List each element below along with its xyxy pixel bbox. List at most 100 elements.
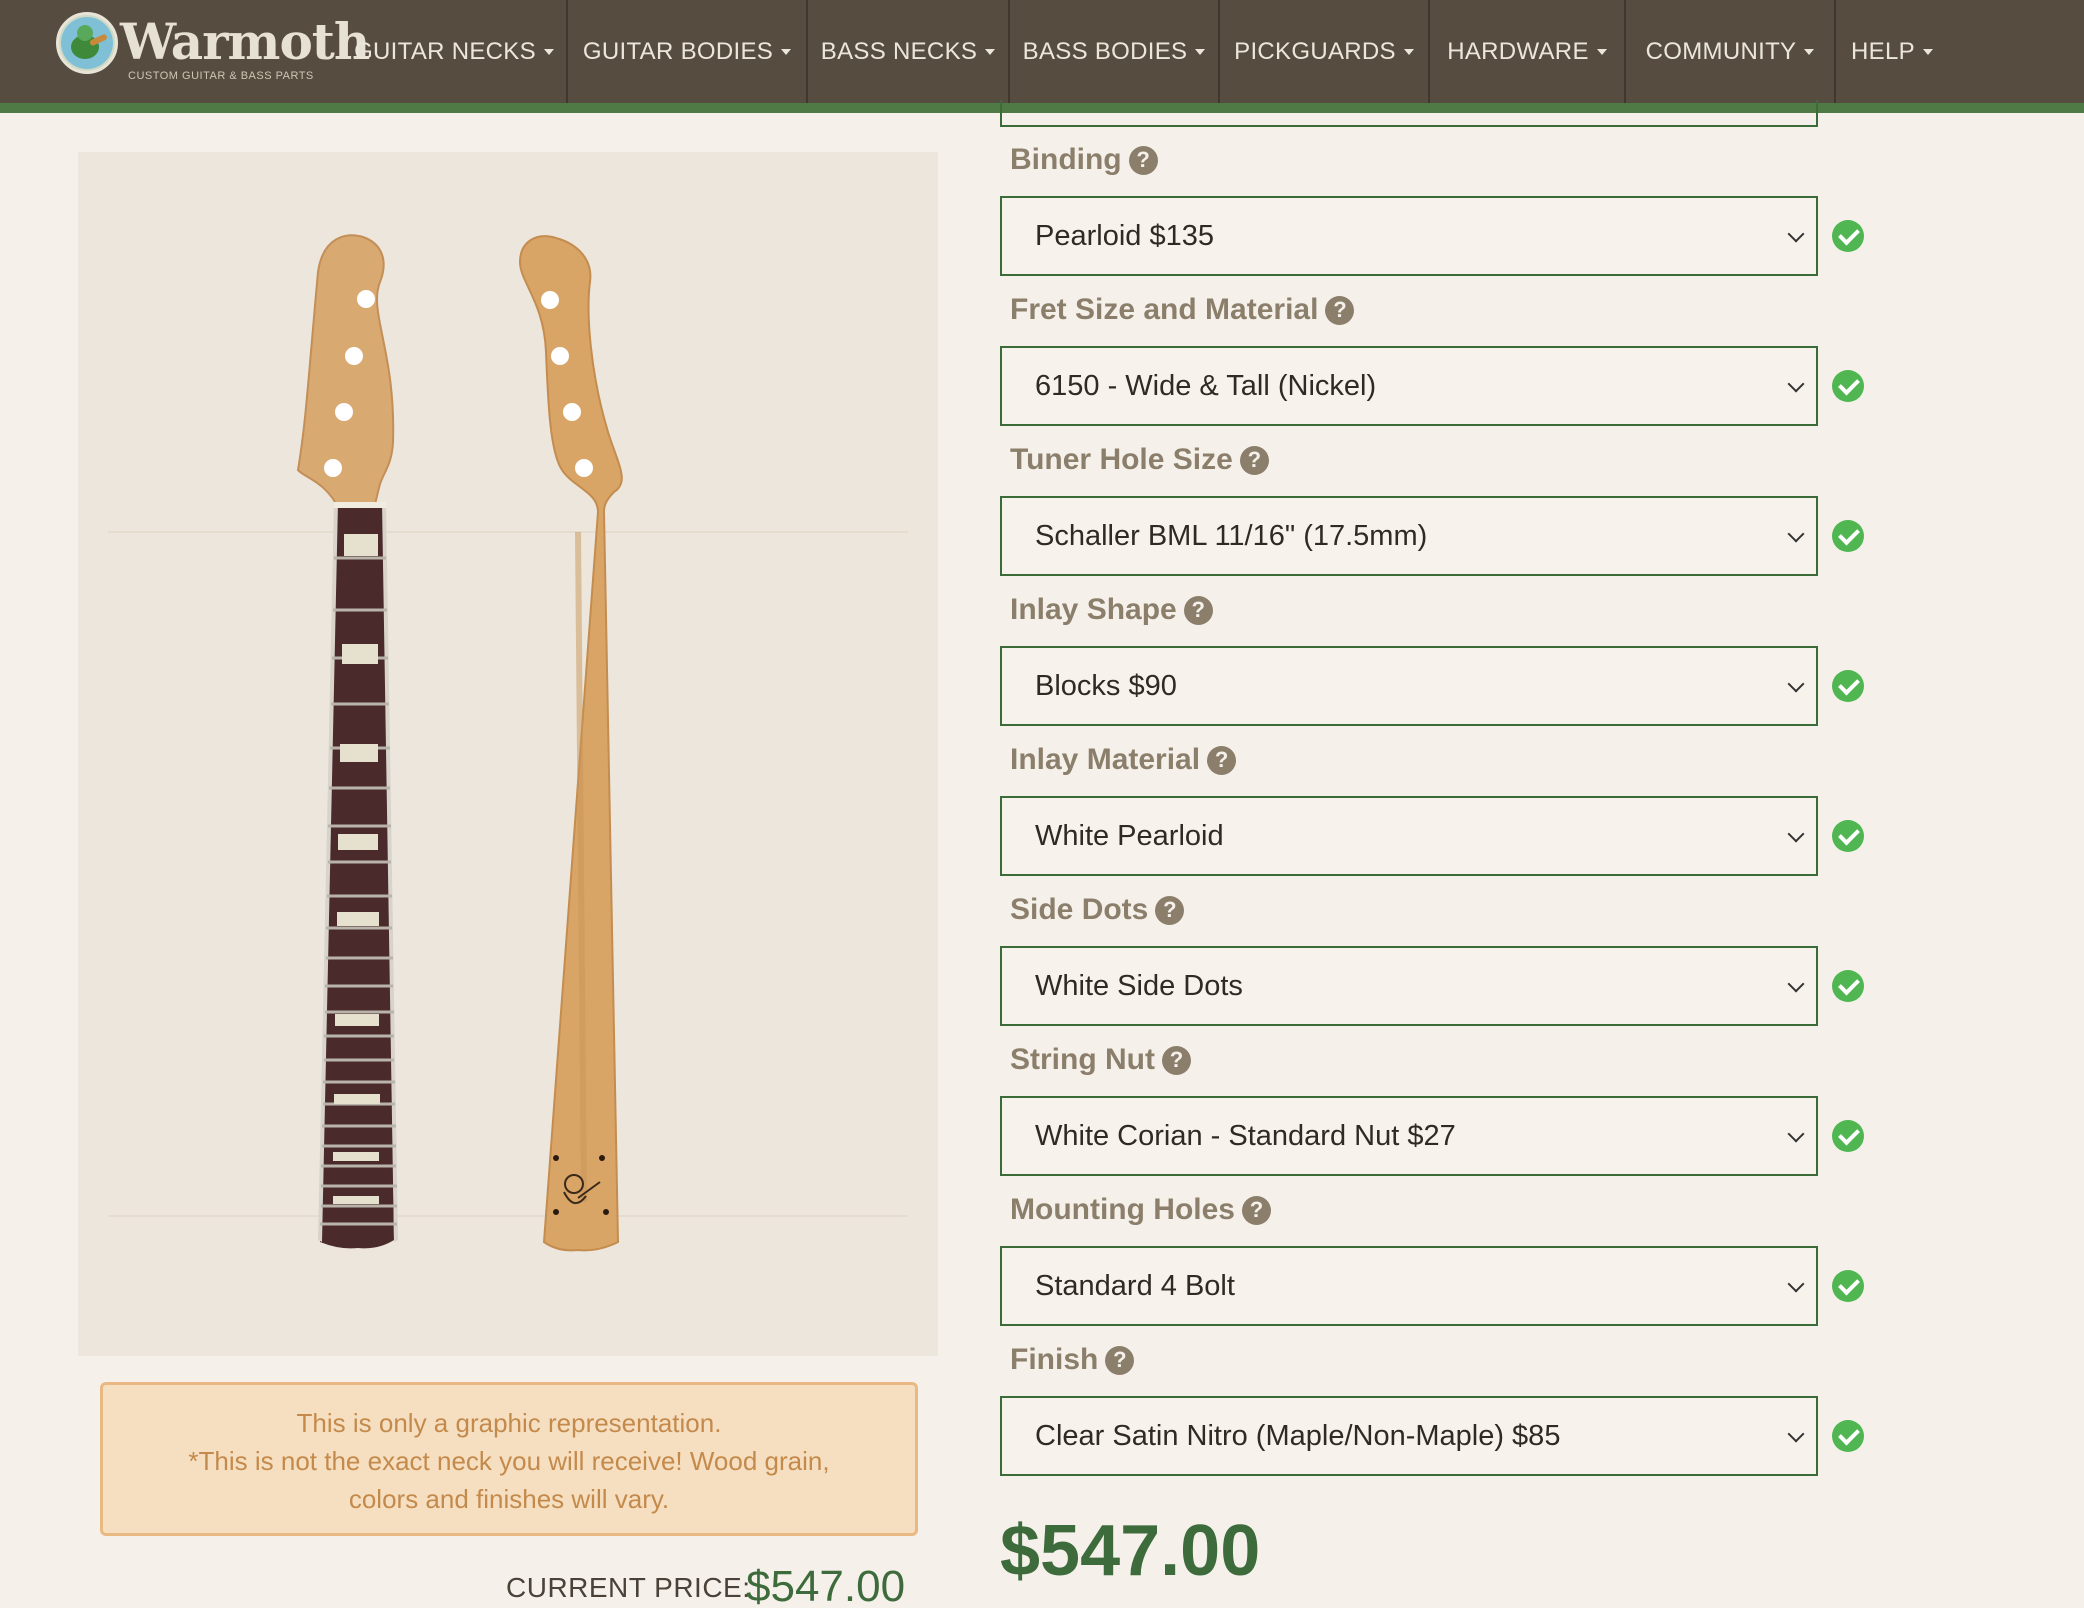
- binding-select[interactable]: Pearloid $135: [1000, 196, 1818, 276]
- inlay-shape-select[interactable]: Blocks $90: [1000, 646, 1818, 726]
- chevron-down-icon: [1787, 225, 1805, 243]
- nav-bass-bodies[interactable]: BASS BODIES: [1010, 0, 1218, 103]
- string-nut-select[interactable]: White Corian - Standard Nut $27: [1000, 1096, 1818, 1176]
- selected-value: Blocks $90: [1035, 669, 1177, 702]
- nav-bass-necks[interactable]: BASS NECKS: [808, 0, 1008, 103]
- help-icon[interactable]: ?: [1128, 145, 1158, 175]
- nav-label: GUITAR NECKS: [354, 37, 536, 65]
- option-label-text: Mounting Holes: [1010, 1193, 1235, 1226]
- nav-label: GUITAR BODIES: [582, 37, 774, 65]
- chevron-down-icon: [1787, 525, 1805, 543]
- check-circle-icon: [1832, 370, 1864, 402]
- option-label-text: Inlay Material: [1010, 743, 1201, 776]
- help-icon[interactable]: ?: [1155, 895, 1185, 925]
- caret-down-icon: [1804, 48, 1815, 55]
- notice-line: This is only a graphic representation.: [296, 1408, 722, 1438]
- selected-value: Pearloid $135: [1035, 219, 1214, 252]
- notice-line: *This is not the exact neck you will rec…: [188, 1446, 830, 1476]
- nav-guitar-bodies[interactable]: GUITAR BODIES: [568, 0, 806, 103]
- nav-community[interactable]: COMMUNITY: [1626, 0, 1834, 103]
- help-icon[interactable]: ?: [1325, 295, 1355, 325]
- help-icon[interactable]: ?: [1239, 445, 1269, 475]
- inlay-shape-label: Inlay Shape?: [1010, 593, 1213, 627]
- selected-value: Clear Satin Nitro (Maple/Non-Maple) $85: [1035, 1419, 1561, 1452]
- nav-hardware[interactable]: HARDWARE: [1430, 0, 1624, 103]
- check-circle-icon: [1832, 1270, 1864, 1302]
- caret-down-icon: [985, 48, 996, 55]
- fret-size-label: Fret Size and Material?: [1010, 293, 1355, 327]
- help-icon[interactable]: ?: [1161, 1045, 1191, 1075]
- nav-label: PICKGUARDS: [1234, 37, 1396, 65]
- nav-label: HELP: [1851, 37, 1915, 65]
- option-label-text: Binding: [1010, 143, 1122, 176]
- caret-down-icon: [1403, 48, 1414, 55]
- brand-name: Warmoth: [120, 12, 370, 71]
- option-label-text: Inlay Shape: [1010, 593, 1177, 626]
- finish-label: Finish?: [1010, 1343, 1135, 1377]
- mounting-holes-select[interactable]: Standard 4 Bolt: [1000, 1246, 1818, 1326]
- nav-label: HARDWARE: [1447, 37, 1589, 65]
- tuner-hole-size-label: Tuner Hole Size?: [1010, 443, 1269, 477]
- current-price-label: CURRENT PRICE:: [506, 1572, 751, 1603]
- caret-down-icon: [543, 48, 554, 55]
- option-label-text: Finish: [1010, 1343, 1099, 1376]
- nav-guitar-necks[interactable]: GUITAR NECKS: [342, 0, 566, 103]
- chevron-down-icon: [1787, 975, 1805, 993]
- warmoth-logo[interactable]: Warmoth CUSTOM GUITAR & BASS PARTS: [56, 12, 370, 92]
- nav-pickguards[interactable]: PICKGUARDS: [1220, 0, 1428, 103]
- fret-size-select[interactable]: 6150 - Wide & Tall (Nickel): [1000, 346, 1818, 426]
- brand-tagline: CUSTOM GUITAR & BASS PARTS: [128, 70, 314, 82]
- neck-preview-image: [108, 234, 908, 1252]
- nav-help[interactable]: HELP: [1836, 0, 1948, 103]
- neck-back-view: [518, 235, 623, 1252]
- chevron-down-icon: [1787, 1425, 1805, 1443]
- check-circle-icon: [1832, 1420, 1864, 1452]
- neck-front-view: [296, 234, 398, 1249]
- graphic-disclaimer-notice: This is only a graphic representation. *…: [100, 1382, 918, 1536]
- help-icon[interactable]: ?: [1207, 745, 1237, 775]
- top-navbar: Warmoth CUSTOM GUITAR & BASS PARTS GUITA…: [0, 0, 2084, 113]
- check-circle-icon: [1832, 1120, 1864, 1152]
- nav-label: BASS NECKS: [820, 37, 978, 65]
- help-icon[interactable]: ?: [1105, 1345, 1135, 1375]
- mounting-holes-label: Mounting Holes?: [1010, 1193, 1271, 1227]
- chevron-down-icon: [1787, 1125, 1805, 1143]
- selected-value: White Pearloid: [1035, 819, 1224, 852]
- total-price: $547.00: [1000, 1511, 1261, 1591]
- caret-down-icon: [1195, 48, 1206, 55]
- nav-label: BASS BODIES: [1022, 37, 1188, 65]
- inlay-material-select[interactable]: White Pearloid: [1000, 796, 1818, 876]
- option-label-text: Fret Size and Material: [1010, 293, 1319, 326]
- selected-value: Standard 4 Bolt: [1035, 1269, 1235, 1302]
- chevron-down-icon: [1787, 675, 1805, 693]
- caret-down-icon: [1922, 48, 1933, 55]
- inlay-material-label: Inlay Material?: [1010, 743, 1237, 777]
- check-circle-icon: [1832, 670, 1864, 702]
- selected-value: 6150 - Wide & Tall (Nickel): [1035, 369, 1377, 402]
- help-icon[interactable]: ?: [1241, 1195, 1271, 1225]
- binding-label: Binding?: [1010, 143, 1158, 177]
- option-label-text: Tuner Hole Size: [1010, 443, 1233, 476]
- chevron-down-icon: [1787, 825, 1805, 843]
- side-dots-label: Side Dots?: [1010, 893, 1185, 927]
- check-circle-icon: [1832, 820, 1864, 852]
- caret-down-icon: [1596, 48, 1607, 55]
- previous-option-select[interactable]: [1000, 100, 1818, 127]
- option-label-text: String Nut: [1010, 1043, 1155, 1076]
- string-nut-label: String Nut?: [1010, 1043, 1191, 1077]
- neck-preview-panel: [78, 152, 938, 1356]
- check-circle-icon: [1832, 970, 1864, 1002]
- tuner-hole-size-select[interactable]: Schaller BML 11/16" (17.5mm): [1000, 496, 1818, 576]
- help-icon[interactable]: ?: [1183, 595, 1213, 625]
- finish-select[interactable]: Clear Satin Nitro (Maple/Non-Maple) $85: [1000, 1396, 1818, 1476]
- selected-value: Schaller BML 11/16" (17.5mm): [1035, 519, 1428, 552]
- caret-down-icon: [781, 48, 792, 55]
- chevron-down-icon: [1787, 1275, 1805, 1293]
- option-label-text: Side Dots: [1010, 893, 1149, 926]
- side-dots-select[interactable]: White Side Dots: [1000, 946, 1818, 1026]
- selected-value: White Side Dots: [1035, 969, 1243, 1002]
- check-circle-icon: [1832, 220, 1864, 252]
- check-circle-icon: [1832, 520, 1864, 552]
- nav-label: COMMUNITY: [1645, 37, 1797, 65]
- current-price-value: $547.00: [746, 1562, 906, 1608]
